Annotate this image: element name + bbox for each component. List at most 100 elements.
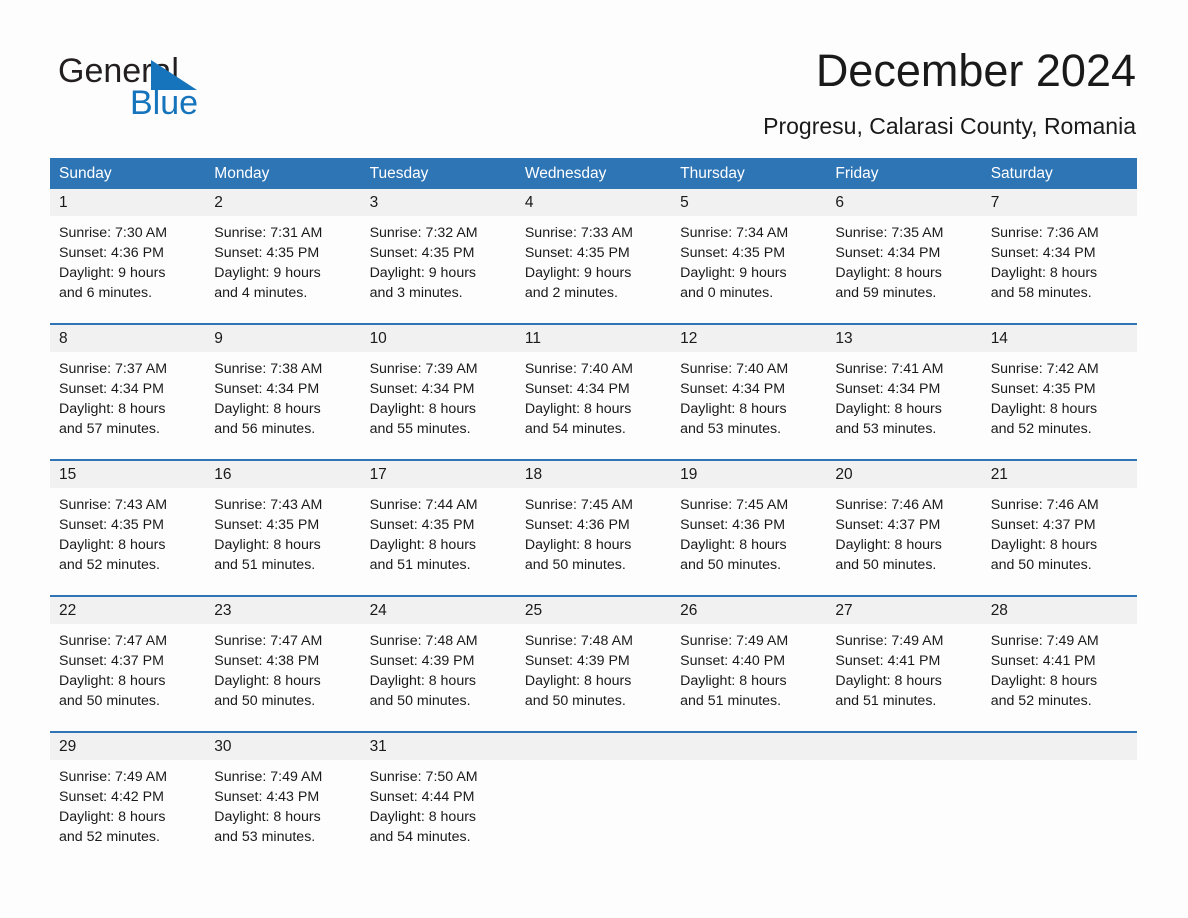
general-blue-logo[interactable]: General Blue: [58, 52, 358, 122]
day-number[interactable]: 1: [50, 189, 205, 216]
day-number[interactable]: 8: [50, 325, 205, 352]
day-cell[interactable]: Sunrise: 7:48 AM Sunset: 4:39 PM Daylight:…: [361, 624, 516, 729]
day-detail-line: and 50 minutes.: [680, 557, 782, 573]
day-number[interactable]: 2: [205, 189, 360, 216]
day-cell[interactable]: Sunrise: 7:39 AM Sunset: 4:34 PM Daylight:…: [361, 352, 516, 457]
day-number[interactable]: 11: [516, 325, 671, 352]
calendar-weeks: 1 2 3 4 5 6 7 Sunrise: 7:30 AM Sunset: 4:36 PM Da…: [50, 189, 1137, 867]
day-cell[interactable]: Sunrise: 7:44 AM Sunset: 4:35 PM Daylight:…: [361, 488, 516, 593]
day-number[interactable]: 3: [361, 189, 516, 216]
day-number[interactable]: 6: [826, 189, 981, 216]
day-cell[interactable]: Sunrise: 7:49 AM Sunset: 4:41 PM Daylight:…: [982, 624, 1137, 729]
day-detail-line: Daylight: 8 hours: [835, 265, 942, 281]
day-detail-line: Daylight: 8 hours: [214, 809, 321, 825]
day-cell-empty: [826, 760, 981, 865]
day-number[interactable]: 13: [826, 325, 981, 352]
day-detail-line: Sunrise: 7:42 AM: [990, 361, 1099, 377]
day-cell[interactable]: Sunrise: 7:46 AM Sunset: 4:37 PM Daylight:…: [982, 488, 1137, 593]
day-cell[interactable]: Sunrise: 7:40 AM Sunset: 4:34 PM Daylight:…: [671, 352, 826, 457]
day-number[interactable]: 20: [826, 461, 981, 488]
day-cell[interactable]: Sunrise: 7:37 AM Sunset: 4:34 PM Daylight:…: [50, 352, 205, 457]
day-detail-line: and 50 minutes.: [369, 693, 471, 709]
day-detail-line: Daylight: 8 hours: [835, 673, 942, 689]
day-cell[interactable]: Sunrise: 7:47 AM Sunset: 4:37 PM Daylight:…: [50, 624, 205, 729]
day-detail-line: Sunset: 4:37 PM: [59, 653, 164, 669]
day-cell[interactable]: Sunrise: 7:38 AM Sunset: 4:34 PM Daylight:…: [205, 352, 360, 457]
day-cell[interactable]: Sunrise: 7:31 AM Sunset: 4:35 PM Daylight:…: [205, 216, 360, 321]
day-number-band: 29 30 31: [50, 733, 1137, 760]
day-cell[interactable]: Sunrise: 7:43 AM Sunset: 4:35 PM Daylight:…: [50, 488, 205, 593]
day-cell[interactable]: Sunrise: 7:45 AM Sunset: 4:36 PM Daylight:…: [671, 488, 826, 593]
day-number[interactable]: 4: [516, 189, 671, 216]
day-number[interactable]: 23: [205, 597, 360, 624]
day-cell[interactable]: Sunrise: 7:35 AM Sunset: 4:34 PM Daylight:…: [826, 216, 981, 321]
day-cell[interactable]: Sunrise: 7:32 AM Sunset: 4:35 PM Daylight:…: [361, 216, 516, 321]
day-number[interactable]: 14: [982, 325, 1137, 352]
day-detail-line: Daylight: 8 hours: [59, 401, 166, 417]
day-cell[interactable]: Sunrise: 7:48 AM Sunset: 4:39 PM Daylight:…: [516, 624, 671, 729]
day-detail-line: Sunset: 4:42 PM: [59, 789, 164, 805]
day-number[interactable]: 27: [826, 597, 981, 624]
day-cell[interactable]: Sunrise: 7:49 AM Sunset: 4:41 PM Daylight:…: [826, 624, 981, 729]
day-number-band: 22 23 24 25 26 27 28: [50, 597, 1137, 624]
day-detail-line: and 50 minutes.: [59, 693, 160, 709]
day-detail-line: Daylight: 8 hours: [990, 265, 1098, 281]
day-cell-empty: [516, 760, 671, 865]
day-detail-band: Sunrise: 7:49 AM Sunset: 4:42 PM Daylight:…: [50, 760, 1137, 865]
day-number-empty: [671, 733, 826, 760]
day-detail-line: Sunrise: 7:49 AM: [59, 769, 168, 785]
day-number[interactable]: 18: [516, 461, 671, 488]
day-cell[interactable]: Sunrise: 7:49 AM Sunset: 4:43 PM Daylight:…: [205, 760, 360, 865]
day-number[interactable]: 19: [671, 461, 826, 488]
day-number[interactable]: 31: [361, 733, 516, 760]
day-number[interactable]: 24: [361, 597, 516, 624]
day-detail-band: Sunrise: 7:37 AM Sunset: 4:34 PM Daylight:…: [50, 352, 1137, 457]
day-number[interactable]: 21: [982, 461, 1137, 488]
day-detail-line: Sunset: 4:41 PM: [990, 653, 1096, 669]
day-detail-line: and 52 minutes.: [990, 421, 1092, 437]
day-detail-line: and 51 minutes.: [680, 693, 782, 709]
day-cell[interactable]: Sunrise: 7:30 AM Sunset: 4:36 PM Daylight:…: [50, 216, 205, 321]
day-detail-line: Sunset: 4:34 PM: [369, 381, 475, 397]
day-number[interactable]: 29: [50, 733, 205, 760]
day-cell[interactable]: Sunrise: 7:36 AM Sunset: 4:34 PM Daylight:…: [982, 216, 1137, 321]
day-detail-line: Sunrise: 7:49 AM: [214, 769, 323, 785]
day-cell[interactable]: Sunrise: 7:33 AM Sunset: 4:35 PM Daylight:…: [516, 216, 671, 321]
day-detail-line: Sunrise: 7:46 AM: [990, 497, 1099, 513]
day-cell[interactable]: Sunrise: 7:43 AM Sunset: 4:35 PM Daylight:…: [205, 488, 360, 593]
day-cell[interactable]: Sunrise: 7:42 AM Sunset: 4:35 PM Daylight:…: [982, 352, 1137, 457]
day-number[interactable]: 26: [671, 597, 826, 624]
day-cell[interactable]: Sunrise: 7:46 AM Sunset: 4:37 PM Daylight:…: [826, 488, 981, 593]
day-number[interactable]: 10: [361, 325, 516, 352]
day-detail-band: Sunrise: 7:30 AM Sunset: 4:36 PM Daylight:…: [50, 216, 1137, 321]
day-cell[interactable]: Sunrise: 7:49 AM Sunset: 4:42 PM Daylight:…: [50, 760, 205, 865]
day-number[interactable]: 28: [982, 597, 1137, 624]
day-cell[interactable]: Sunrise: 7:41 AM Sunset: 4:34 PM Daylight:…: [826, 352, 981, 457]
day-cell[interactable]: Sunrise: 7:40 AM Sunset: 4:34 PM Daylight:…: [516, 352, 671, 457]
day-number[interactable]: 17: [361, 461, 516, 488]
day-number[interactable]: 30: [205, 733, 360, 760]
day-detail-line: Sunrise: 7:37 AM: [59, 361, 168, 377]
day-detail-line: Sunrise: 7:41 AM: [835, 361, 944, 377]
day-cell[interactable]: Sunrise: 7:49 AM Sunset: 4:40 PM Daylight:…: [671, 624, 826, 729]
day-cell[interactable]: Sunrise: 7:45 AM Sunset: 4:36 PM Daylight:…: [516, 488, 671, 593]
day-cell[interactable]: Sunrise: 7:34 AM Sunset: 4:35 PM Daylight:…: [671, 216, 826, 321]
day-cell[interactable]: Sunrise: 7:50 AM Sunset: 4:44 PM Daylight:…: [361, 760, 516, 865]
day-detail-line: Sunset: 4:36 PM: [59, 245, 164, 261]
day-detail-line: Sunset: 4:35 PM: [59, 517, 164, 533]
day-detail-line: Sunset: 4:35 PM: [369, 245, 475, 261]
day-detail-line: Daylight: 9 hours: [524, 265, 632, 281]
day-number[interactable]: 16: [205, 461, 360, 488]
day-number[interactable]: 12: [671, 325, 826, 352]
day-number[interactable]: 15: [50, 461, 205, 488]
day-number[interactable]: 9: [205, 325, 360, 352]
day-cell[interactable]: Sunrise: 7:47 AM Sunset: 4:38 PM Daylight:…: [205, 624, 360, 729]
day-number[interactable]: 7: [982, 189, 1137, 216]
day-number[interactable]: 5: [671, 189, 826, 216]
day-number[interactable]: 25: [516, 597, 671, 624]
day-number[interactable]: 22: [50, 597, 205, 624]
day-detail-line: and 51 minutes.: [369, 557, 471, 573]
day-detail-line: Daylight: 8 hours: [369, 537, 477, 553]
day-detail-line: Sunset: 4:34 PM: [835, 381, 941, 397]
day-detail-line: Sunrise: 7:47 AM: [214, 633, 323, 649]
